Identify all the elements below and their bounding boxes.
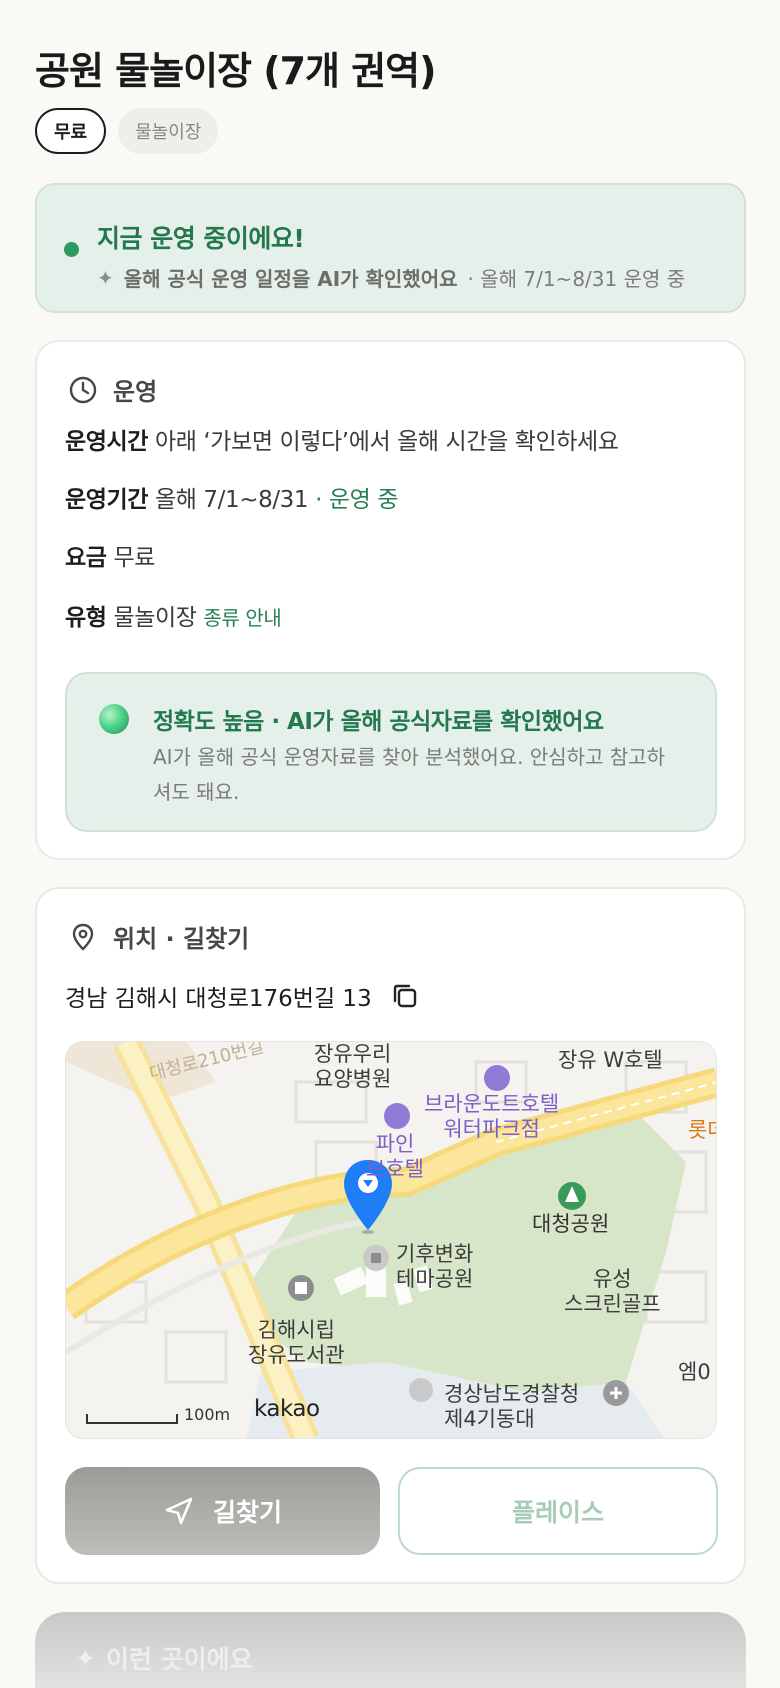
clock-icon — [69, 376, 97, 403]
status-sub-rest: · 올해 7/1~8/31 운영 중 — [467, 267, 686, 291]
teaser-header: ✦ 이런 곳이에요 — [75, 1640, 253, 1676]
hours-row: 운영시간 아래 ‘가보면 이렇다’에서 올해 시간을 확인하세요 — [65, 422, 619, 456]
map-pin-icon — [72, 923, 94, 951]
map-label-hotel-w: 장유 W호텔 — [558, 1048, 663, 1072]
type-value: 물놀이장 — [113, 605, 197, 631]
directions-label: 길찾기 — [212, 1498, 282, 1527]
next-section-teaser: ✦ 이런 곳이에요 — [35, 1612, 746, 1688]
map-label-library-text: 김해시립 장유도서관 — [248, 1318, 345, 1367]
navigation-arrow-icon — [165, 1497, 193, 1525]
status-title: 지금 운영 중이에요! — [97, 224, 305, 253]
place-label: 플레이스 — [511, 1498, 604, 1527]
ai-accuracy-desc: AI가 올해 공식 운영자료를 찾아 분석했어요. 안심하고 참고하셔도 돼요. — [153, 745, 666, 804]
address-row: 경남 김해시 대청로176번길 13 — [65, 979, 420, 1013]
map-label-hospital-text: 장유우리 요양병원 — [314, 1042, 392, 1091]
map-label-police: 경상남도경찰청 제4기동대 — [444, 1382, 579, 1432]
copy-icon[interactable] — [390, 981, 420, 1011]
map-label-library: 김해시립 장유도서관 — [248, 1318, 345, 1368]
fee-row: 요금 무료 — [65, 538, 155, 572]
chip-free[interactable]: 무료 — [35, 108, 107, 154]
map-label-golf: 유성 스크린골프 — [564, 1267, 661, 1317]
map-label-park: 대청공원 — [532, 1212, 610, 1236]
location-card: 위치 · 길찾기 경남 김해시 대청로176번길 13 대청로210번길 장유우… — [35, 887, 746, 1584]
operation-title: 운영 — [113, 378, 158, 406]
type-key: 유형 — [65, 605, 107, 631]
ai-accuracy-title: 정확도 높음 · AI가 올해 공식자료를 확인했어요 — [153, 709, 604, 735]
status-sub-strong: 올해 공식 운영 일정을 AI가 확인했어요 — [123, 267, 458, 291]
map-label-brown-hotel: 브라운도트호텔 워터파크점 — [424, 1092, 559, 1142]
status-card: 지금 운영 중이에요! ✦ 올해 공식 운영 일정을 AI가 확인했어요 · 올… — [35, 183, 746, 313]
place-button[interactable]: 플레이스 — [398, 1467, 718, 1555]
status-subtitle: ✦ 올해 공식 운영 일정을 AI가 확인했어요 · 올해 7/1~8/31 운… — [97, 263, 685, 292]
period-value: 올해 7/1~8/31 — [154, 487, 309, 513]
fee-key: 요금 — [65, 545, 107, 571]
ai-accuracy-box: 정확도 높음 · AI가 올해 공식자료를 확인했어요 AI가 올해 공식 운영… — [65, 672, 717, 832]
map-label-fine-hotel: 파인 브호텔 — [366, 1132, 424, 1182]
directions-button[interactable]: 길찾기 — [65, 1467, 380, 1555]
map-label-golf-text: 유성 스크린골프 — [564, 1267, 661, 1316]
ai-orb-icon — [99, 704, 129, 734]
location-header: 위치 · 길찾기 — [67, 919, 249, 954]
map-label-brown-text: 브라운도트호텔 워터파크점 — [424, 1092, 560, 1141]
scale-bar — [86, 1414, 178, 1424]
period-status: · 운영 중 — [315, 487, 399, 513]
period-row: 운영기간 올해 7/1~8/31 · 운영 중 — [65, 480, 398, 514]
type-guide-link[interactable]: 종류 안내 — [203, 606, 281, 630]
map-label-hospital: 장유우리 요양병원 — [314, 1042, 391, 1092]
fee-value: 무료 — [113, 545, 155, 571]
map-label-police-text: 경상남도경찰청 제4기동대 — [444, 1382, 580, 1431]
map-canvas — [66, 1042, 716, 1438]
map-scale: 100m — [86, 1405, 230, 1424]
map-label-climate-park: 기후변화 테마공원 — [396, 1242, 473, 1292]
hours-value: 아래 ‘가보면 이렇다’에서 올해 시간을 확인하세요 — [154, 429, 619, 455]
map-label-em: 엠0 — [678, 1360, 711, 1384]
chip-category[interactable]: 물놀이장 — [118, 108, 219, 154]
detail-page: 공원 물놀이장 (7개 권역) 무료 물놀이장 지금 운영 중이에요! ✦ 올해… — [0, 0, 780, 1688]
operation-card: 운영 운영시간 아래 ‘가보면 이렇다’에서 올해 시간을 확인하세요 운영기간… — [35, 340, 746, 860]
operation-header: 운영 — [67, 372, 157, 407]
sparkle-icon: ✦ — [75, 1643, 96, 1673]
hours-key: 운영시간 — [65, 429, 149, 455]
teaser-label: 이런 곳이에요 — [105, 1645, 253, 1674]
map-label-climate-text: 기후변화 테마공원 — [396, 1242, 474, 1291]
scale-text: 100m — [184, 1405, 231, 1424]
location-title: 위치 · 길찾기 — [113, 925, 250, 953]
map-label-fine-text: 파인 브호텔 — [366, 1132, 424, 1181]
type-row: 유형 물놀이장 종류 안내 — [65, 598, 282, 632]
kakao-logo: kakao — [254, 1396, 320, 1422]
map-view[interactable]: 대청로210번길 장유우리 요양병원 장유 W호텔 브라운도트호텔 워터파크점 … — [65, 1041, 717, 1439]
page-title: 공원 물놀이장 (7개 권역) — [35, 49, 437, 93]
period-key: 운영기간 — [65, 487, 149, 513]
address-text: 경남 김해시 대청로176번길 13 — [65, 986, 372, 1012]
tag-chips: 무료 물놀이장 — [35, 108, 219, 154]
status-dot-icon — [64, 242, 79, 257]
map-label-lotte: 롯데 — [688, 1118, 716, 1142]
sparkle-icon: ✦ — [97, 265, 114, 290]
